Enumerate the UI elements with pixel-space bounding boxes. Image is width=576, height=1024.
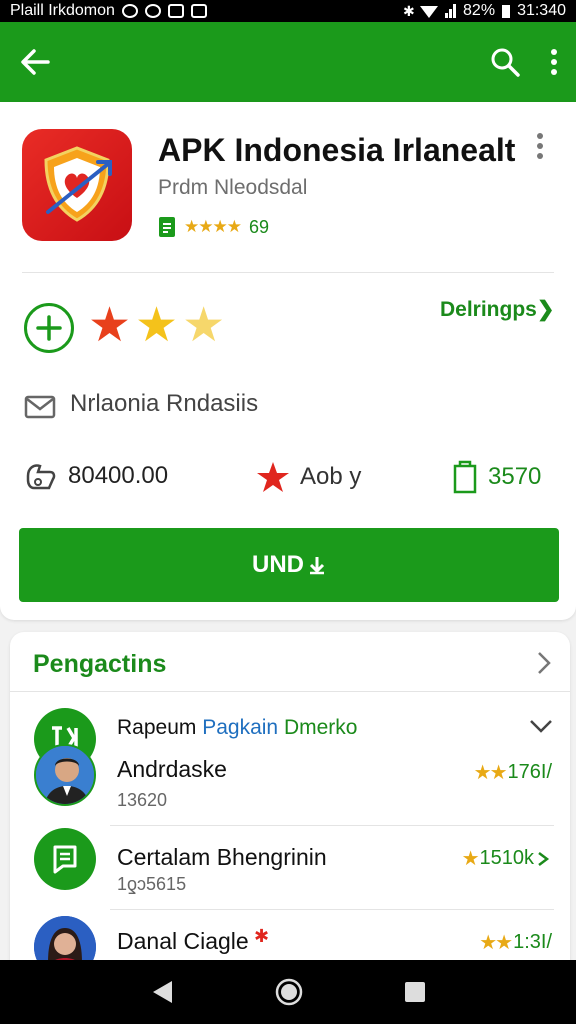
details-link[interactable]: Delringps❯: [440, 297, 554, 322]
back-arrow-icon[interactable]: [18, 45, 52, 79]
list-item-rating-value: 1510k: [479, 847, 535, 869]
list-item-name[interactable]: Andrdaske: [117, 756, 227, 783]
app-meta-stars: ★★★★: [184, 217, 242, 236]
bluetooth-icon: ✱: [403, 3, 415, 19]
list-item-stars: ★: [461, 848, 480, 870]
battery-icon: [502, 5, 511, 18]
app-title: APK Indonesia Irlanealt: [158, 132, 516, 168]
overflow-menu-icon[interactable]: [550, 48, 558, 76]
list-header[interactable]: Pengactins: [10, 632, 570, 692]
chevron-right-icon[interactable]: [534, 850, 552, 868]
rating-star[interactable]: ★: [182, 300, 225, 352]
plus-icon: [36, 315, 62, 341]
rating-stat: Aob y: [256, 460, 361, 494]
camera-icon: [190, 4, 207, 18]
list-item-sub: 13620: [117, 790, 168, 810]
featured-part1: Rapeum: [117, 716, 203, 739]
size-value: 3570: [488, 463, 542, 490]
shield-heart-icon: [44, 146, 112, 222]
list-item-rating-value: 1:3I/: [513, 931, 552, 953]
list-item-rating-value: 176I/: [507, 761, 552, 783]
chevron-down-icon[interactable]: [528, 718, 554, 734]
card-menu-icon[interactable]: [536, 132, 544, 160]
sync-icon: [144, 4, 161, 18]
stats-row: 80400.00 Aob y 3570: [0, 458, 576, 498]
carrier-label: Plaill Irkdomon: [10, 2, 115, 19]
document-icon: [159, 217, 175, 237]
featured-part2: Pagkain: [202, 716, 284, 739]
navigation-bar: [0, 960, 576, 1024]
list-item-stars: ★★: [479, 932, 513, 954]
featured-part3: Dmerko: [283, 716, 358, 739]
notification-icon: [121, 4, 138, 18]
thumb-icon: [26, 464, 56, 490]
list-item-name[interactable]: Danal Ciagle: [117, 928, 249, 955]
app-details-card: APK Indonesia Irlanealt Prdm Nleodsdal ★…: [0, 102, 576, 620]
recents-square-icon[interactable]: [404, 981, 426, 1003]
rating-star[interactable]: ★: [88, 300, 131, 352]
new-badge-icon: ✱: [254, 926, 270, 946]
divider: [110, 909, 554, 910]
downloads-value: 80400.00: [68, 462, 169, 489]
signal-icon: [445, 4, 457, 18]
section-label: Nrlaonia Rndasiis: [70, 390, 259, 417]
home-circle-icon[interactable]: [275, 978, 303, 1006]
list-item-stars: ★★: [473, 762, 508, 784]
app-bar: [0, 22, 576, 102]
downloads-stat: 80400.00: [24, 460, 168, 492]
list-item-sub: 1ƍɔ5615: [117, 874, 187, 894]
list-item-rating: ★★ 1:3I/: [479, 930, 552, 955]
list-item-rating: ★★ 176I/: [474, 760, 552, 785]
app-meta-count: 69: [248, 216, 269, 237]
chevron-right-icon[interactable]: [536, 650, 552, 676]
related-apps-card: Pengactins Rapeum Pagkain Dmerko Andrdas…: [10, 632, 570, 978]
app-icon[interactable]: [22, 129, 132, 241]
install-button[interactable]: UND: [19, 528, 559, 602]
wifi-icon: [420, 6, 439, 18]
mail-icon: [24, 395, 56, 419]
avatar[interactable]: [34, 744, 96, 806]
status-bar: Plaill Irkdomon ✱ 82% 31:340: [0, 0, 576, 22]
app-meta-row: ★★★★ 69: [158, 216, 269, 238]
file-icon: [453, 460, 477, 494]
rating-stars[interactable]: ★ ★ ★: [88, 300, 225, 352]
list-title: Pengactins: [33, 650, 167, 678]
star-badge-icon: [257, 462, 289, 492]
divider: [110, 825, 554, 826]
clock: 31:340: [517, 2, 566, 19]
download-arrow-icon: [309, 557, 325, 575]
featured-label[interactable]: Rapeum Pagkain Dmerko: [117, 716, 357, 740]
battery-percent: 82%: [463, 2, 496, 19]
list-item-name[interactable]: Certalam Bhengrinin: [117, 844, 327, 871]
install-label: UND: [252, 551, 304, 578]
size-stat: 3570: [452, 460, 541, 494]
rating-star[interactable]: ★: [135, 300, 178, 352]
app-icon[interactable]: [34, 828, 96, 890]
list-item-rating: ★ 1510k: [462, 846, 552, 871]
add-button[interactable]: [24, 303, 74, 353]
back-triangle-icon[interactable]: [150, 979, 174, 1005]
person-icon: [36, 746, 94, 804]
search-icon[interactable]: [490, 47, 520, 77]
divider: [22, 272, 554, 273]
photo-icon: [167, 4, 184, 18]
rating-value: Aob y: [300, 463, 362, 490]
document-icon: [53, 845, 77, 874]
app-developer[interactable]: Prdm Nleodsdal: [158, 176, 307, 200]
